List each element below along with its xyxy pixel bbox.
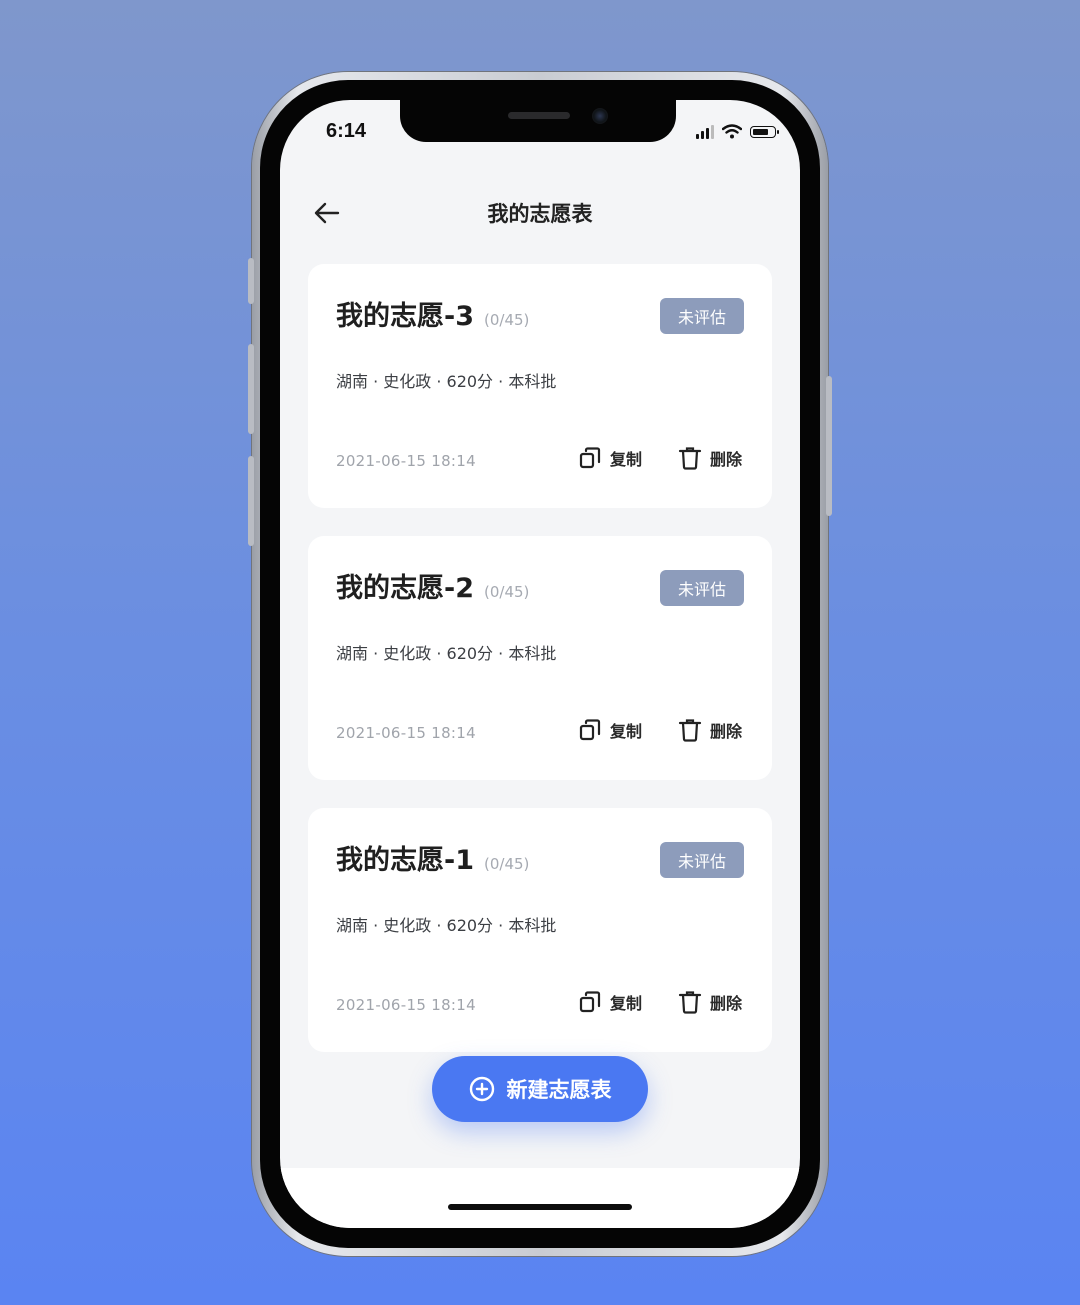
status-time: 6:14: [326, 120, 367, 142]
delete-button[interactable]: 删除: [678, 718, 742, 742]
side-button: [826, 376, 832, 516]
copy-icon: [579, 719, 601, 741]
copy-icon: [579, 991, 601, 1013]
page-title: 我的志愿表: [487, 202, 593, 226]
wish-card[interactable]: 我的志愿-1 (0/45) 未评估 湖南 · 史化政 · 620分 · 本科批 …: [308, 808, 772, 1052]
copy-label: 复制: [609, 722, 642, 741]
delete-label: 删除: [709, 450, 742, 469]
nav-header: 我的志愿表: [280, 184, 800, 244]
card-date: 2021-06-15 18:14: [336, 996, 476, 1014]
copy-icon: [579, 447, 601, 469]
wish-card[interactable]: 我的志愿-3 (0/45) 未评估 湖南 · 史化政 · 620分 · 本科批 …: [308, 264, 772, 508]
card-meta: 湖南 · 史化政 · 620分 · 本科批: [336, 644, 557, 663]
card-title: 我的志愿-1 (0/45): [336, 838, 529, 877]
card-meta: 湖南 · 史化政 · 620分 · 本科批: [336, 372, 557, 391]
copy-label: 复制: [609, 994, 642, 1013]
wish-card[interactable]: 我的志愿-2 (0/45) 未评估 湖南 · 史化政 · 620分 · 本科批 …: [308, 536, 772, 780]
phone-screen: 6:14 我的志愿表 我的志愿-3 (0/45) 未评估 湖南 · 史化政 · …: [280, 100, 800, 1228]
copy-button[interactable]: 复制: [578, 990, 642, 1014]
new-wishlist-label: 新建志愿表: [506, 1078, 612, 1102]
copy-button[interactable]: 复制: [578, 718, 642, 742]
card-title-text: 我的志愿-3: [336, 301, 474, 332]
plus-circle-icon: [469, 1076, 494, 1102]
phone-bezel: 6:14 我的志愿表 我的志愿-3 (0/45) 未评估 湖南 · 史化政 · …: [260, 80, 820, 1248]
side-button: [248, 258, 254, 304]
battery-icon: [750, 125, 779, 138]
side-button: [248, 344, 254, 434]
front-camera: [592, 108, 608, 124]
trash-icon: [678, 719, 702, 742]
status-icons: [696, 124, 779, 139]
new-wishlist-button[interactable]: 新建志愿表: [432, 1056, 648, 1122]
card-title-text: 我的志愿-1: [336, 845, 474, 876]
trash-icon: [678, 991, 702, 1014]
wifi-icon: [722, 124, 742, 139]
card-date: 2021-06-15 18:14: [336, 452, 476, 470]
delete-label: 删除: [709, 994, 742, 1013]
home-indicator[interactable]: [448, 1204, 632, 1210]
delete-label: 删除: [709, 722, 742, 741]
card-title-text: 我的志愿-2: [336, 573, 474, 604]
notch: [400, 100, 676, 142]
card-count: (0/45): [484, 583, 530, 601]
bottom-safe-area: [280, 1168, 800, 1228]
card-title: 我的志愿-3 (0/45): [336, 294, 529, 333]
copy-button[interactable]: 复制: [578, 446, 642, 470]
delete-button[interactable]: 删除: [678, 990, 742, 1014]
status-badge: 未评估: [660, 570, 744, 606]
side-button: [248, 456, 254, 546]
delete-button[interactable]: 删除: [678, 446, 742, 470]
card-count: (0/45): [484, 311, 530, 329]
phone-frame: 6:14 我的志愿表 我的志愿-3 (0/45) 未评估 湖南 · 史化政 · …: [248, 72, 832, 1256]
card-count: (0/45): [484, 855, 530, 873]
card-meta: 湖南 · 史化政 · 620分 · 本科批: [336, 916, 557, 935]
signal-icon: [696, 124, 714, 139]
status-badge: 未评估: [660, 298, 744, 334]
card-date: 2021-06-15 18:14: [336, 724, 476, 742]
copy-label: 复制: [609, 450, 642, 469]
status-badge: 未评估: [660, 842, 744, 878]
speaker: [508, 112, 570, 119]
trash-icon: [678, 447, 702, 470]
card-title: 我的志愿-2 (0/45): [336, 566, 529, 605]
